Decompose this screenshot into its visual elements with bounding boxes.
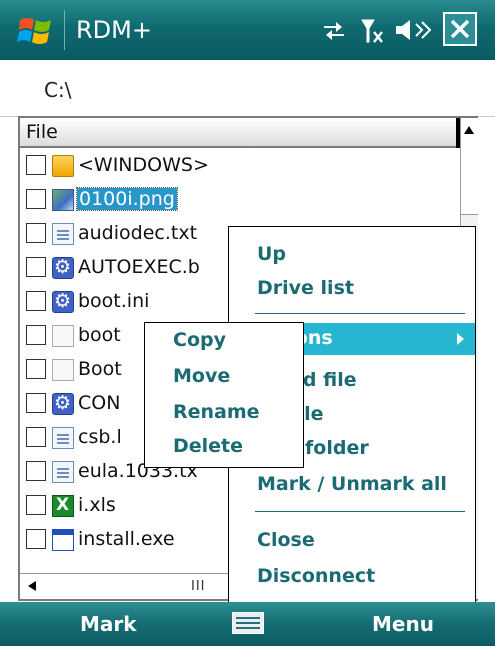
path-bar: C:\ [0,60,495,117]
row-checkbox[interactable] [26,189,46,209]
submenu-item-move[interactable]: Move [173,365,230,387]
image-file-icon [52,189,74,211]
windows-start-icon[interactable] [16,12,56,48]
submenu-item-rename[interactable]: Rename [173,401,260,423]
keyboard-icon[interactable] [232,612,264,634]
submenu-arrow-icon [457,333,464,345]
window-title: RDM+ [76,16,152,44]
text-file-icon [52,461,74,483]
row-checkbox[interactable] [26,257,46,277]
menu-item-drive-list[interactable]: Drive list [257,277,354,299]
submenu-item-delete[interactable]: Delete [173,435,243,457]
softkey-left-mark[interactable]: Mark [80,612,137,636]
menu-separator [255,511,465,512]
menu-item-disconnect[interactable]: Disconnect [257,565,375,587]
file-name: boot [78,324,121,346]
softkey-right-menu[interactable]: Menu [372,612,434,636]
status-icons[interactable] [322,14,432,46]
volume-icon [396,20,432,40]
file-name: i.xls [78,494,116,516]
file-name: <WINDOWS> [78,154,209,176]
list-item[interactable]: <WINDOWS> [26,152,456,182]
row-checkbox[interactable] [26,155,46,175]
scroll-grip: III [191,579,206,594]
menu-item-close[interactable]: Close [257,529,315,551]
file-name: audiodec.txt [78,222,198,244]
arrow-left-icon [28,581,36,591]
blank-file-icon [52,325,74,347]
row-checkbox[interactable] [26,359,46,379]
title-bar: RDM+ [0,0,495,60]
text-file-icon [52,427,74,449]
row-checkbox[interactable] [26,223,46,243]
row-checkbox[interactable] [26,325,46,345]
column-header-file[interactable]: File [20,118,458,148]
menu-item-up[interactable]: Up [257,243,286,265]
file-name: AUTOEXEC.b [78,256,200,278]
excel-file-icon [52,495,74,517]
file-name: csb.l [78,426,122,448]
file-name: Boot [78,358,122,380]
current-path: C:\ [44,78,72,102]
close-icon [450,19,470,39]
title-separator [64,10,65,50]
text-file-icon [52,223,74,245]
row-checkbox[interactable] [26,393,46,413]
blank-file-icon [52,359,74,381]
scroll-up-button[interactable] [461,118,478,145]
arrow-up-icon [464,126,474,134]
vertical-scroll-thumb[interactable] [461,144,478,215]
connectivity-icon [324,22,344,40]
row-checkbox[interactable] [26,529,46,549]
row-checkbox[interactable] [26,427,46,447]
row-checkbox[interactable] [26,495,46,515]
file-name: install.exe [78,528,175,550]
folder-icon [52,155,74,177]
menu-separator [255,313,465,314]
exe-file-icon [52,529,74,551]
softkey-bar: Mark Menu [0,602,495,646]
file-name: CON [78,392,121,414]
menu-item-mark-unmark-all[interactable]: Mark / Unmark all [257,473,447,495]
list-item[interactable]: 0100i.png [26,186,456,216]
system-file-icon [52,290,74,313]
operations-submenu: Copy Move Rename Delete [144,322,304,468]
file-name: 0100i.png [76,187,178,211]
submenu-item-copy[interactable]: Copy [173,329,226,351]
file-name: boot.ini [78,290,150,312]
row-checkbox[interactable] [26,291,46,311]
system-file-icon [52,392,74,415]
close-button[interactable] [443,12,477,46]
system-file-icon [52,256,74,279]
signal-off-icon [361,19,383,43]
scroll-left-button[interactable] [20,574,47,599]
column-header-label: File [26,121,58,143]
row-checkbox[interactable] [26,461,46,481]
